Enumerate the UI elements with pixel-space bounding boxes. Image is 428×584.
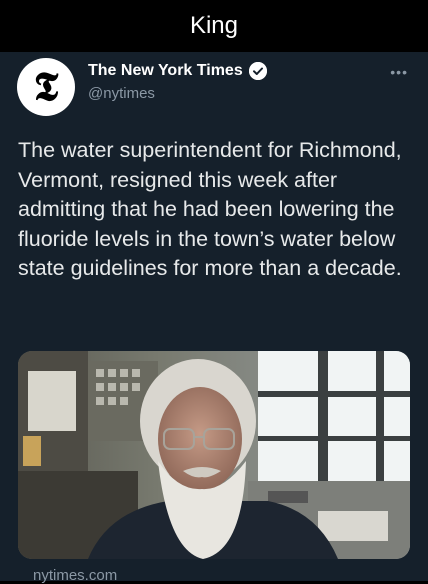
tweet-text: The water superintendent for Richmond, V… <box>18 138 402 280</box>
more-options-icon[interactable]: ••• <box>390 64 408 80</box>
link-domain[interactable]: nytimes.com <box>33 567 117 584</box>
author-handle[interactable]: @nytimes <box>88 85 155 102</box>
avatar[interactable]: 𝕿 <box>17 58 75 116</box>
man-portrait-image <box>18 351 410 559</box>
top-caption: King <box>0 0 428 52</box>
nyt-logo-icon: 𝕿 <box>33 63 59 110</box>
verified-badge-icon <box>248 62 267 80</box>
author-name-row: The New York Times <box>88 62 267 80</box>
tweet-media-image[interactable] <box>18 351 410 559</box>
author-name[interactable]: The New York Times <box>88 62 243 80</box>
